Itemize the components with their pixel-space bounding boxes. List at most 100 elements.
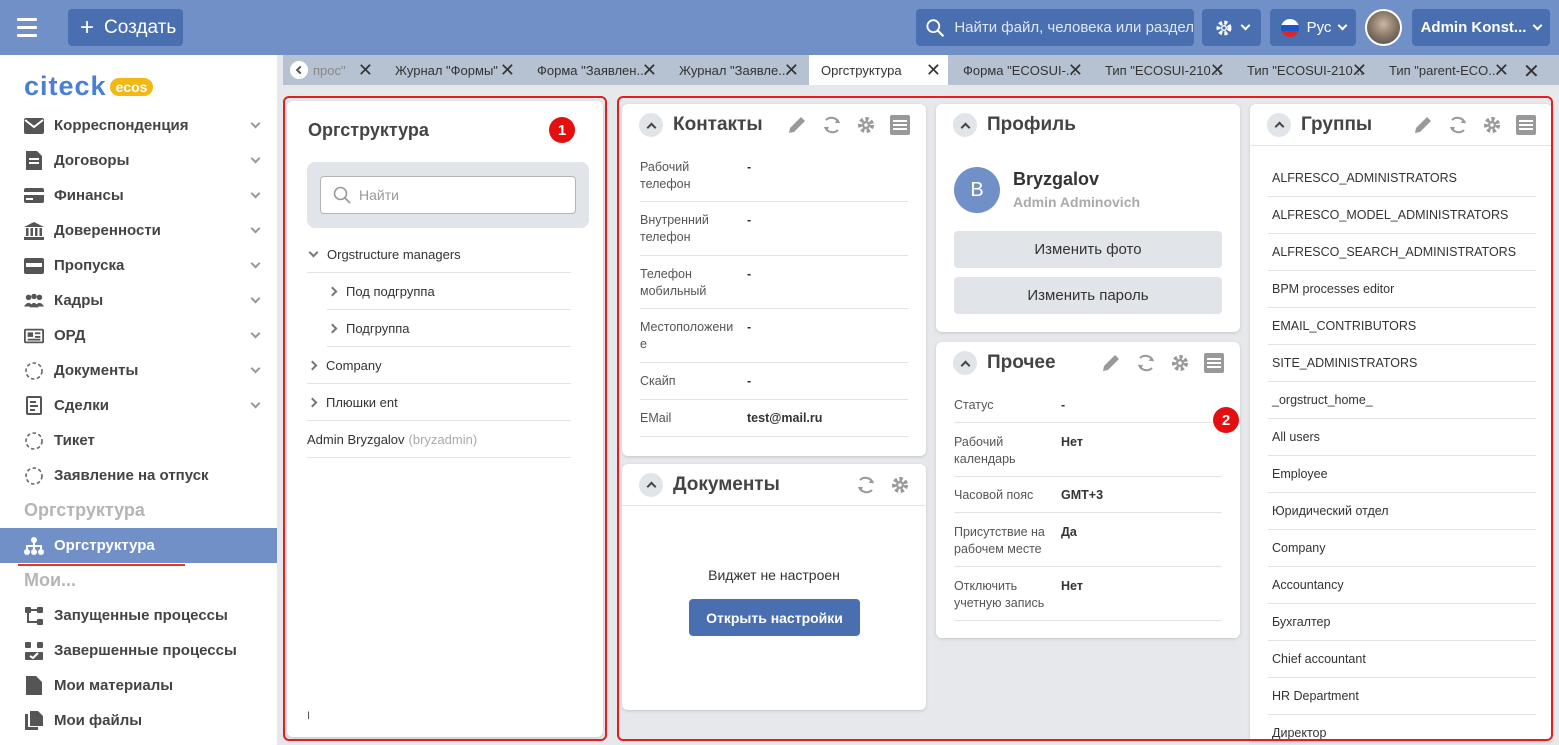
chevron-down-icon[interactable] xyxy=(250,258,261,269)
sidebar-item-passes[interactable]: Пропуска xyxy=(0,248,277,283)
sidebar-item-label: Запущенные процессы xyxy=(54,607,228,624)
sidebar-item-my-files[interactable]: Мои файлы xyxy=(0,703,277,738)
document-icon xyxy=(24,151,44,170)
logo-text: citeck xyxy=(24,71,107,101)
tab-type-parent[interactable]: Тип "parent-ECO... ✕ xyxy=(1377,55,1516,85)
chevron-down-icon xyxy=(1532,20,1543,31)
sidebar-item-ticket[interactable]: Тикет xyxy=(0,423,277,458)
gear-icon xyxy=(1216,20,1232,35)
tab-label: Тип "ECOSUI-210... xyxy=(1247,62,1364,78)
card-icon xyxy=(24,187,44,205)
sidebar-item-ord[interactable]: ОРД xyxy=(0,318,277,353)
user-menu-label: Admin Konst... xyxy=(1420,19,1527,36)
close-icon[interactable]: ✕ xyxy=(1068,61,1083,79)
chevron-down-icon[interactable] xyxy=(250,363,261,374)
sidebar-item-deals[interactable]: Сделки xyxy=(0,388,277,423)
tab-label: прос" xyxy=(313,62,346,78)
highlight-box-1 xyxy=(283,96,607,741)
sidebar-item-started-processes[interactable]: Запущенные процессы xyxy=(0,598,277,633)
sidebar-item-vacation[interactable]: Заявление на отпуск xyxy=(0,458,277,493)
tab-label: Оргструктура xyxy=(821,62,902,78)
close-icon[interactable]: ✕ xyxy=(1352,61,1367,79)
close-icon[interactable]: ✕ xyxy=(500,61,515,79)
sidebar-item-completed-processes[interactable]: Завершенные процессы xyxy=(0,633,277,668)
tab-label: Форма "Заявлен... xyxy=(537,62,648,78)
close-icon[interactable]: ✕ xyxy=(358,61,373,79)
user-avatar[interactable] xyxy=(1365,9,1402,46)
tab-poll[interactable]: прос" ✕ xyxy=(299,55,380,85)
chevron-down-icon xyxy=(1337,20,1348,31)
sidebar-menu: Корреспонденция Договоры Финансы Доверен… xyxy=(0,108,277,738)
global-search-placeholder: Найти файл, человека или раздел xyxy=(954,19,1194,36)
close-icon[interactable]: ✕ xyxy=(926,61,941,79)
citeck-logo[interactable]: citeck ecos xyxy=(24,71,154,102)
top-header: + Создать Найти файл, человека или раздел… xyxy=(0,0,1559,55)
chevron-down-icon[interactable] xyxy=(250,223,261,234)
user-menu-dropdown[interactable]: Admin Konst... xyxy=(1412,9,1550,46)
tabs-bar: прос" ✕ Журнал "Формы" ✕ Форма "Заявлен...… xyxy=(283,55,1559,85)
sidebar-item-label: Мои материалы xyxy=(54,677,174,694)
tab-orgstructure[interactable]: Оргструктура ✕ xyxy=(809,55,948,85)
close-icon[interactable]: ✕ xyxy=(1494,61,1509,79)
tab-type-ecosui-1[interactable]: Тип "ECOSUI-210... ✕ xyxy=(1093,55,1232,85)
sidebar-item-documents[interactable]: Документы xyxy=(0,353,277,388)
tab-type-ecosui-2[interactable]: Тип "ECOSUI-210... ✕ xyxy=(1235,55,1374,85)
dashed-circle-icon xyxy=(24,431,44,450)
process-done-icon xyxy=(24,641,44,660)
create-button[interactable]: + Создать xyxy=(68,9,183,46)
sidebar-item-correspondence[interactable]: Корреспонденция xyxy=(0,108,277,143)
flag-ru-icon xyxy=(1280,18,1299,37)
dashed-circle-icon xyxy=(24,466,44,485)
sidebar-item-hr[interactable]: Кадры xyxy=(0,283,277,318)
chevron-down-icon[interactable] xyxy=(250,398,261,409)
sidebar-item-label: Документы xyxy=(54,362,139,379)
tab-label: Тип "parent-ECO... xyxy=(1389,62,1500,78)
close-icon[interactable]: ✕ xyxy=(642,61,657,79)
chevron-down-icon[interactable] xyxy=(250,118,261,129)
language-label: Рус xyxy=(1306,19,1332,36)
tab-label: Тип "ECOSUI-210... xyxy=(1105,62,1222,78)
tab-form-ecosui[interactable]: Форма "ECOSUI-... ✕ xyxy=(951,55,1090,85)
hamburger-menu-icon[interactable] xyxy=(17,15,51,41)
sidebar-item-contracts[interactable]: Договоры xyxy=(0,143,277,178)
sidebar-section-orgstructure: Оргструктура xyxy=(24,500,145,520)
create-button-label: Создать xyxy=(104,16,177,38)
sidebar-item-label: Завершенные процессы xyxy=(54,642,237,659)
chevron-down-icon[interactable] xyxy=(250,328,261,339)
language-dropdown[interactable]: Рус xyxy=(1270,9,1356,46)
file-icon xyxy=(24,676,44,695)
annotation-badge-1: 1 xyxy=(549,117,575,143)
sidebar-item-finance[interactable]: Финансы xyxy=(0,178,277,213)
deal-icon xyxy=(24,396,44,415)
tab-label: Форма "ECOSUI-... xyxy=(963,62,1077,78)
settings-dropdown-button[interactable] xyxy=(1202,9,1261,46)
chevron-down-icon[interactable] xyxy=(250,188,261,199)
sidebar-item-label: Кадры xyxy=(54,292,104,309)
pass-icon xyxy=(24,257,44,275)
org-tree-icon xyxy=(24,536,44,555)
sidebar-item-orgstructure[interactable]: Оргструктура xyxy=(0,528,277,566)
sidebar-section-my: Мои... xyxy=(24,570,77,590)
close-icon[interactable]: ✕ xyxy=(1210,61,1225,79)
close-all-tabs-icon[interactable]: ✕ xyxy=(1523,59,1540,84)
sidebar-item-label: Сделки xyxy=(54,397,109,414)
plus-icon: + xyxy=(80,13,95,41)
chevron-down-icon[interactable] xyxy=(250,293,261,304)
highlight-underline xyxy=(18,564,185,566)
sidebar-item-powers[interactable]: Доверенности xyxy=(0,213,277,248)
sidebar-item-label: Заявление на отпуск xyxy=(54,467,209,484)
sidebar: citeck ecos Корреспонденция Договоры Фин… xyxy=(0,55,277,745)
tab-forms-journal[interactable]: Журнал "Формы" ✕ xyxy=(383,55,522,85)
global-search-input[interactable]: Найти файл, человека или раздел xyxy=(916,9,1194,46)
close-icon[interactable]: ✕ xyxy=(784,61,799,79)
chevron-down-icon[interactable] xyxy=(250,153,261,164)
sidebar-item-my-materials[interactable]: Мои материалы xyxy=(0,668,277,703)
newspaper-icon xyxy=(24,327,44,345)
tab-journal-applications[interactable]: Журнал "Заявле... ✕ xyxy=(667,55,806,85)
bank-icon xyxy=(24,221,44,240)
logo-badge: ecos xyxy=(109,77,154,96)
sidebar-item-label: Тикет xyxy=(54,432,95,449)
envelope-icon xyxy=(24,117,44,135)
tab-form-application[interactable]: Форма "Заявлен... ✕ xyxy=(525,55,664,85)
tab-label: Журнал "Заявле... xyxy=(679,62,790,78)
